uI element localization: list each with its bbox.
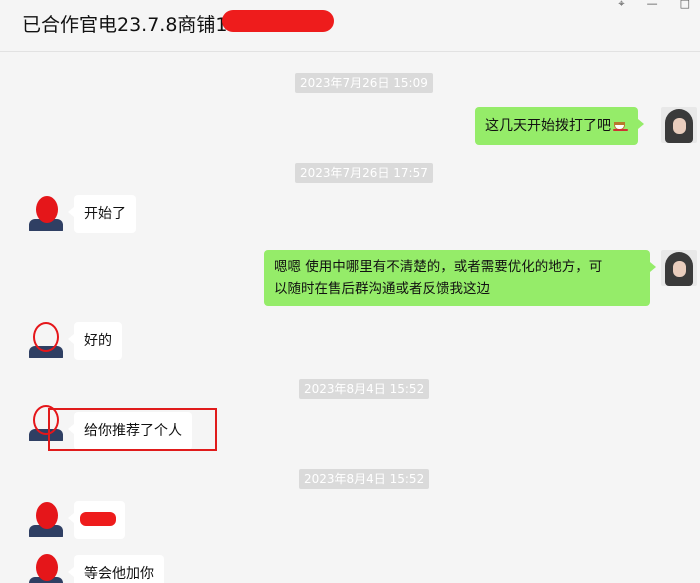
highlight-box bbox=[48, 408, 217, 451]
avatar-self[interactable] bbox=[661, 107, 697, 143]
timestamp: 2023年8月4日 15:52 bbox=[299, 379, 430, 399]
timestamp: 2023年7月26日 15:09 bbox=[295, 73, 433, 93]
pin-icon[interactable]: ⌖ bbox=[618, 0, 624, 9]
message-bubble-self[interactable]: 嗯嗯 使用中哪里有不清楚的，或者需要优化的地方，可 以随时在售后群沟通或者反馈我… bbox=[264, 250, 656, 306]
message-bubble-contact[interactable]: 好的 bbox=[68, 322, 122, 360]
redaction-mark bbox=[80, 512, 116, 526]
message-bubble-self[interactable]: 这几天开始拨打了吧 bbox=[475, 107, 644, 145]
message-text-line: 以随时在售后群沟通或者反馈我这边 bbox=[274, 281, 490, 297]
avatar-contact[interactable] bbox=[28, 322, 64, 358]
redaction-mark bbox=[222, 10, 334, 32]
avatar-contact[interactable] bbox=[28, 501, 64, 537]
message-text: 好的 bbox=[84, 333, 112, 349]
maximize-icon[interactable]: □ bbox=[680, 0, 690, 9]
message-text: 这几天开始拨打了吧 bbox=[485, 118, 611, 134]
message-text: 开始了 bbox=[84, 206, 126, 222]
timestamp: 2023年7月26日 17:57 bbox=[295, 163, 433, 183]
chat-title: 已合作官电23.7.8商铺1 bbox=[22, 14, 228, 36]
message-bubble-contact[interactable]: 开始了 bbox=[68, 195, 136, 233]
message-bubble-contact[interactable]: 等会他加你 bbox=[68, 555, 164, 583]
avatar-self[interactable] bbox=[661, 250, 697, 286]
message-text: 等会他加你 bbox=[84, 566, 154, 582]
timestamp: 2023年8月4日 15:52 bbox=[299, 469, 430, 489]
coffee-icon bbox=[613, 119, 628, 131]
message-text-line: 嗯嗯 使用中哪里有不清楚的，或者需要优化的地方，可 bbox=[274, 259, 603, 275]
avatar-contact[interactable] bbox=[28, 553, 64, 583]
window-controls: ⌖ — □ bbox=[618, 0, 690, 9]
chat-header: 已合作官电23.7.8商铺1 ⌖ — □ bbox=[0, 0, 700, 52]
avatar-contact[interactable] bbox=[28, 195, 64, 231]
minimize-icon[interactable]: — bbox=[647, 0, 658, 9]
